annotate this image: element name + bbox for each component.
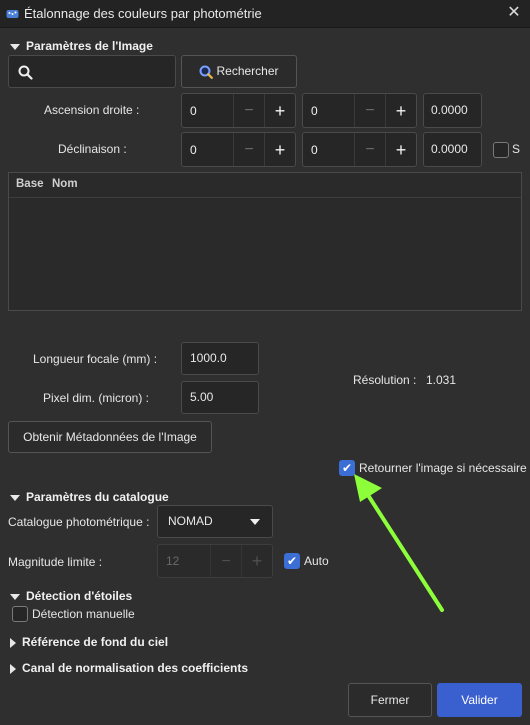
caret-down-icon: [10, 593, 20, 600]
magnitude-increment[interactable]: +: [241, 545, 272, 577]
catalog-select[interactable]: NOMAD: [157, 505, 273, 538]
magnitude-spinbox[interactable]: 12 − +: [157, 544, 273, 578]
search-online-icon: [199, 65, 214, 79]
resolution-value: 1.031: [426, 373, 457, 387]
caret-down-icon: [10, 494, 20, 501]
focal-length-input[interactable]: 1000.0: [181, 342, 259, 375]
magnitude-value[interactable]: 12: [158, 545, 210, 577]
ra-hours-decrement[interactable]: −: [233, 94, 264, 127]
search-icon: [18, 65, 33, 80]
dec-degrees-increment[interactable]: +: [264, 133, 295, 166]
section-sky-background[interactable]: Référence de fond du ciel: [10, 635, 168, 649]
dec-minutes-increment[interactable]: +: [385, 133, 416, 166]
ra-label: Ascension droite :: [44, 103, 140, 117]
catalog-label: Catalogue photométrique :: [8, 515, 150, 529]
section-sky-background-label: Référence de fond du ciel: [22, 635, 169, 649]
section-catalog-params-label: Paramètres du catalogue: [26, 490, 169, 504]
ra-hours-increment[interactable]: +: [264, 94, 295, 127]
focal-length-label: Longueur focale (mm) :: [33, 352, 158, 366]
south-checkbox-label: S: [512, 142, 521, 156]
pixel-size-input[interactable]: 5.00: [181, 381, 259, 414]
south-checkbox[interactable]: [493, 142, 509, 158]
magnitude-label: Magnitude limite :: [8, 555, 103, 569]
ra-minutes-decrement[interactable]: −: [354, 94, 385, 127]
close-button[interactable]: Fermer: [348, 683, 432, 717]
section-catalog-params[interactable]: Paramètres du catalogue: [10, 490, 169, 504]
table-header: Base Nom: [9, 173, 521, 198]
search-button-label: Rechercher: [216, 64, 279, 78]
ra-minutes-increment[interactable]: +: [385, 94, 416, 127]
dec-degrees-decrement[interactable]: −: [233, 133, 264, 166]
dec-minutes-decrement[interactable]: −: [354, 133, 385, 166]
section-image-params[interactable]: Paramètres de l'Image: [10, 39, 153, 53]
caret-right-icon: [10, 637, 16, 648]
auto-magnitude-checkbox[interactable]: ✔: [284, 553, 300, 569]
resolution-label: Résolution :: [353, 373, 417, 387]
dec-minutes-value[interactable]: 0: [303, 133, 354, 166]
ra-hours-spinbox[interactable]: 0 − +: [181, 93, 296, 128]
get-metadata-button[interactable]: Obtenir Métadonnées de l'Image: [8, 421, 212, 453]
dec-seconds-field[interactable]: 0.0000: [423, 132, 482, 167]
section-star-detection-label: Détection d'étoiles: [26, 589, 133, 603]
caret-right-icon: [10, 663, 16, 674]
manual-detection-label: Détection manuelle: [32, 607, 135, 621]
ra-seconds-field[interactable]: 0.0000: [423, 93, 482, 128]
caret-down-icon: [10, 43, 20, 50]
dec-label: Déclinaison :: [58, 142, 127, 156]
pixel-size-label: Pixel dim. (micron) :: [43, 391, 150, 405]
ra-minutes-spinbox[interactable]: 0 − +: [302, 93, 417, 128]
dec-minutes-spinbox[interactable]: 0 − +: [302, 132, 417, 167]
column-header-base[interactable]: Base: [16, 178, 44, 190]
dec-degrees-spinbox[interactable]: 0 − +: [181, 132, 296, 167]
dec-degrees-value[interactable]: 0: [182, 133, 233, 166]
close-window-button[interactable]: ✕: [504, 3, 524, 23]
auto-magnitude-label: Auto: [304, 554, 329, 568]
search-field[interactable]: [8, 55, 176, 88]
app-icon: [6, 10, 19, 18]
validate-button[interactable]: Valider: [437, 683, 522, 717]
ra-minutes-value[interactable]: 0: [303, 94, 354, 127]
catalog-select-value: NOMAD: [168, 514, 213, 528]
chevron-down-icon: [250, 519, 260, 525]
section-star-detection[interactable]: Détection d'étoiles: [10, 589, 132, 603]
search-button[interactable]: Rechercher: [181, 55, 297, 88]
section-normalization[interactable]: Canal de normalisation des coefficients: [10, 661, 248, 675]
ra-hours-value[interactable]: 0: [182, 94, 233, 127]
annotation-arrow: [354, 474, 444, 612]
magnitude-decrement[interactable]: −: [210, 545, 241, 577]
section-normalization-label: Canal de normalisation des coefficients: [22, 661, 249, 675]
manual-detection-checkbox[interactable]: [12, 606, 28, 622]
section-image-params-label: Paramètres de l'Image: [26, 39, 153, 53]
window-title: Étalonnage des couleurs par photométrie: [24, 6, 262, 21]
column-header-nom[interactable]: Nom: [52, 178, 78, 190]
catalog-results-table[interactable]: Base Nom: [8, 172, 522, 311]
